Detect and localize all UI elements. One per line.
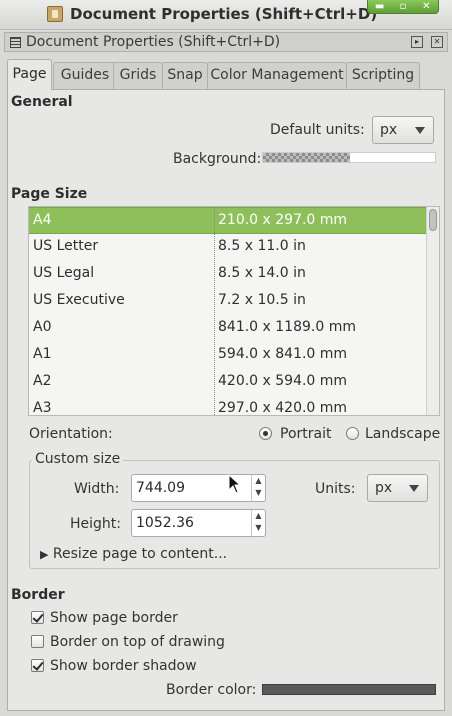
close-icon[interactable]: ✕ <box>417 1 435 12</box>
list-item[interactable]: A0 841.0 x 1189.0 mm <box>29 315 427 342</box>
width-stepper[interactable]: ▲ ▼ <box>251 475 265 501</box>
background-label: Background: <box>173 151 262 167</box>
border-color-label: Border color: <box>166 682 257 698</box>
show-border-shadow-checkbox[interactable] <box>31 659 44 672</box>
tab-grids[interactable]: Grids <box>113 62 163 89</box>
list-item[interactable]: A3 297.0 x 420.0 mm <box>29 396 427 416</box>
width-label: Width: <box>74 481 120 497</box>
border-heading: Border <box>11 587 65 603</box>
units-label: Units: <box>315 481 356 497</box>
chevron-down-icon <box>409 485 419 492</box>
border-color-swatch[interactable] <box>262 684 436 695</box>
custom-size-title: Custom size <box>32 451 124 467</box>
list-item[interactable]: A2 420.0 x 594.0 mm <box>29 369 427 396</box>
height-value: 1052.36 <box>136 515 194 531</box>
width-spinbox[interactable]: 744.09 ▲ ▼ <box>131 474 266 502</box>
maximize-icon[interactable]: ▫ <box>394 1 412 12</box>
checkerboard-pattern <box>263 153 350 162</box>
page-size-name: A1 <box>33 346 52 362</box>
page-size-name: A3 <box>33 400 52 416</box>
landscape-label[interactable]: Landscape <box>365 426 440 442</box>
page-size-name: A2 <box>33 373 52 389</box>
resize-expander[interactable]: ▶ Resize page to content... <box>40 546 227 562</box>
height-stepper[interactable]: ▲ ▼ <box>251 510 265 536</box>
page-size-name: US Executive <box>33 292 125 308</box>
list-item[interactable]: A4 210.0 x 297.0 mm <box>29 207 427 234</box>
dock-iconify-icon[interactable]: ▸ <box>411 36 423 48</box>
tab-scripting[interactable]: Scripting <box>346 62 420 89</box>
tab-color-management[interactable]: Color Management <box>207 62 347 89</box>
window-titlebar[interactable]: Document Properties (Shift+Ctrl+D) ▬ ▫ ✕ <box>0 0 452 30</box>
column-divider <box>214 207 215 415</box>
page-size-dimensions: 594.0 x 841.0 mm <box>218 346 348 362</box>
page-size-list[interactable]: A4 210.0 x 297.0 mm US Letter 8.5 x 11.0… <box>28 206 440 416</box>
dock-menu-icon[interactable] <box>10 37 21 48</box>
page-size-dimensions: 420.0 x 594.0 mm <box>218 373 348 389</box>
minimize-icon[interactable]: ▬ <box>371 1 389 12</box>
dock-title: Document Properties (Shift+Ctrl+D) <box>26 34 281 50</box>
page-size-dimensions: 841.0 x 1189.0 mm <box>218 319 356 335</box>
default-units-select[interactable]: px <box>372 116 434 144</box>
window-title: Document Properties (Shift+Ctrl+D) <box>70 5 378 23</box>
page-size-dimensions: 210.0 x 297.0 mm <box>218 212 348 228</box>
page-size-name: A0 <box>33 319 52 335</box>
units-value: px <box>375 480 393 496</box>
width-value: 744.09 <box>136 480 185 496</box>
app-icon <box>47 6 63 22</box>
list-item[interactable]: US Executive 7.2 x 10.5 in <box>29 288 427 315</box>
units-select[interactable]: px <box>367 474 428 502</box>
height-spinbox[interactable]: 1052.36 ▲ ▼ <box>131 509 266 537</box>
page-size-dimensions: 7.2 x 10.5 in <box>218 292 306 308</box>
page-size-dimensions: 8.5 x 14.0 in <box>218 265 306 281</box>
default-units-label: Default units: <box>270 122 365 138</box>
tab-snap[interactable]: Snap <box>162 62 208 89</box>
window-controls: ▬ ▫ ✕ <box>367 0 439 14</box>
general-heading: General <box>11 94 73 110</box>
list-scrollbar[interactable] <box>426 207 439 415</box>
resize-label: Resize page to content... <box>52 546 228 562</box>
page-size-dimensions: 297.0 x 420.0 mm <box>218 400 348 416</box>
portrait-radio[interactable] <box>259 427 272 440</box>
border-on-top-checkbox[interactable] <box>31 635 44 648</box>
landscape-radio[interactable] <box>346 427 359 440</box>
orientation-label: Orientation: <box>29 426 113 442</box>
default-units-value: px <box>380 122 398 138</box>
show-border-shadow-label[interactable]: Show border shadow <box>50 658 197 674</box>
portrait-label[interactable]: Portrait <box>280 426 331 442</box>
show-page-border-label[interactable]: Show page border <box>50 610 178 626</box>
list-item[interactable]: A1 594.0 x 841.0 mm <box>29 342 427 369</box>
dock-header: Document Properties (Shift+Ctrl+D) ▸ ✕ <box>4 32 448 52</box>
show-page-border-checkbox[interactable] <box>31 611 44 624</box>
page-size-name: US Letter <box>33 238 99 254</box>
height-label: Height: <box>70 516 121 532</box>
page-size-name: A4 <box>33 212 52 228</box>
chevron-down-icon <box>415 127 425 134</box>
list-item[interactable]: US Letter 8.5 x 11.0 in <box>29 234 427 261</box>
dock-close-icon[interactable]: ✕ <box>431 36 443 48</box>
list-item[interactable]: US Legal 8.5 x 14.0 in <box>29 261 427 288</box>
page-size-name: US Legal <box>33 265 95 281</box>
page-size-heading: Page Size <box>11 186 88 202</box>
page-size-dimensions: 8.5 x 11.0 in <box>218 238 306 254</box>
expander-arrow-icon: ▶ <box>40 548 49 561</box>
tab-guides[interactable]: Guides <box>53 62 117 89</box>
border-on-top-label[interactable]: Border on top of drawing <box>50 634 225 650</box>
tab-page[interactable]: Page <box>7 59 52 90</box>
background-color-swatch[interactable] <box>262 152 436 163</box>
scrollbar-thumb[interactable] <box>429 209 437 231</box>
